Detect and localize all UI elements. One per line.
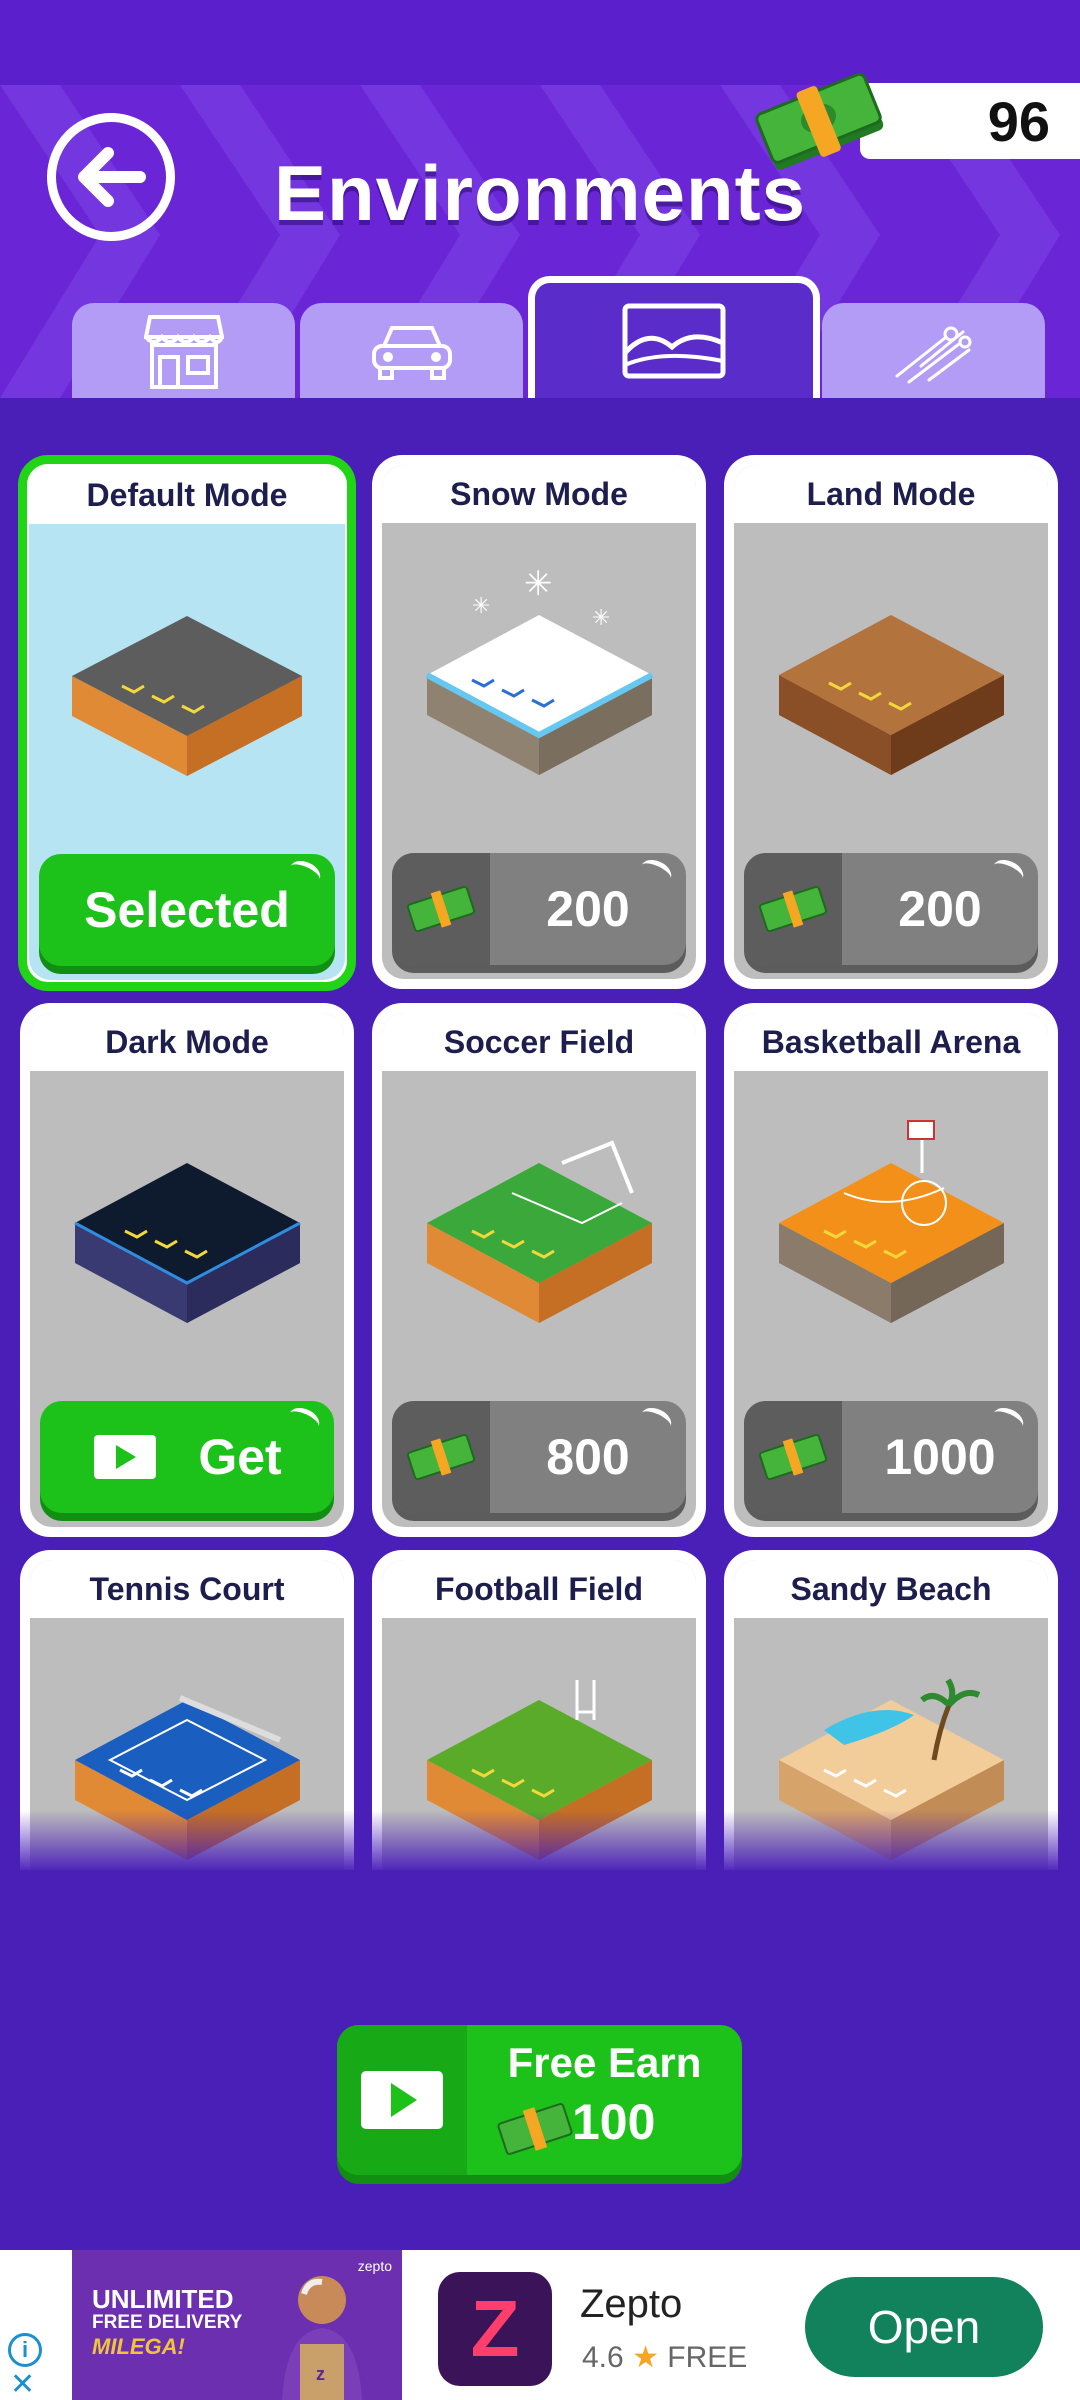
- tab-vehicles[interactable]: [300, 303, 523, 398]
- currency-amount: 96: [987, 90, 1050, 153]
- page-title: Environments: [273, 149, 807, 237]
- header: Environments 96: [0, 0, 1080, 398]
- ad-app-name[interactable]: Zepto: [580, 2282, 682, 2327]
- card-title: Basketball Arena: [734, 1013, 1048, 1071]
- ad-creative[interactable]: zepto UNLIMITED FREE DELIVERY MILEGA! z: [72, 2250, 402, 2400]
- zepto-app-icon[interactable]: Z: [438, 2272, 552, 2386]
- card-inner: Basketball Arena 1000: [734, 1013, 1048, 1527]
- card-title: Football Field: [382, 1560, 696, 1618]
- gloss-highlight: [284, 1403, 324, 1437]
- tab-environments[interactable]: [528, 276, 820, 398]
- ad-price: FREE: [667, 2341, 748, 2374]
- buy-button[interactable]: 1000: [744, 1401, 1038, 1513]
- buy-button[interactable]: 800: [392, 1401, 686, 1513]
- default-platform-art: [72, 616, 302, 776]
- ad-headline-2: FREE DELIVERY: [92, 2312, 243, 2333]
- play-zone: [337, 2025, 467, 2175]
- card-title: Snow Mode: [382, 465, 696, 523]
- ad-headline-1: UNLIMITED: [92, 2284, 234, 2314]
- card-title: Tennis Court: [30, 1560, 344, 1618]
- card-inner: Snow Mode ✳ ✳ ✳ 200: [382, 465, 696, 979]
- svg-text:✳: ✳: [472, 594, 490, 619]
- buy-button[interactable]: 200: [744, 853, 1038, 965]
- cash-icon: [406, 885, 476, 933]
- ad-close-icon[interactable]: ✕: [10, 2370, 35, 2400]
- card-title: Soccer Field: [382, 1013, 696, 1071]
- soccer-platform-art: [427, 1140, 652, 1323]
- cash-icon-zone: [744, 853, 842, 965]
- get-button[interactable]: Get: [40, 1401, 334, 1513]
- get-label: Get: [198, 1429, 282, 1485]
- currency-display: 96: [860, 83, 1080, 159]
- car-icon: [371, 325, 452, 380]
- ad-rating: 4.6: [582, 2341, 624, 2374]
- environment-card-soccer-field[interactable]: Soccer Field 800: [372, 1003, 706, 1537]
- ad-person-image: z: [282, 2276, 362, 2400]
- storefront-icon: [143, 314, 224, 389]
- ad-headline-3: MILEGA!: [92, 2334, 185, 2359]
- snow-platform-art: ✳ ✳ ✳: [425, 564, 654, 775]
- svg-text:✳: ✳: [592, 606, 610, 631]
- comet-icon: [895, 326, 971, 383]
- card-inner: Land Mode 200: [734, 465, 1048, 979]
- card-inner: Default Mode Selected: [29, 466, 345, 980]
- price-label: 1000: [884, 1429, 996, 1485]
- environment-card-snow-mode[interactable]: Snow Mode ✳ ✳ ✳ 200: [372, 455, 706, 989]
- environment-card-default-mode[interactable]: Default Mode Selected: [18, 455, 356, 991]
- svg-text:z: z: [316, 2364, 325, 2384]
- card-inner: Dark Mode Get: [30, 1013, 344, 1527]
- tab-effects[interactable]: [822, 303, 1045, 398]
- status-strip: [0, 0, 1080, 85]
- cash-icon: [406, 1433, 476, 1481]
- environment-card-dark-mode[interactable]: Dark Mode Get: [20, 1003, 354, 1537]
- cash-icon-zone: [392, 853, 490, 965]
- cash-icon: [758, 885, 828, 933]
- environment-card-basketball-arena[interactable]: Basketball Arena 1000: [724, 1003, 1058, 1537]
- basketball-platform-art: [779, 1120, 1004, 1323]
- cash-stack-icon: [755, 72, 884, 170]
- free-earn-label: Free Earn: [507, 2039, 702, 2086]
- card-title: Dark Mode: [30, 1013, 344, 1071]
- ad-rating-row: 4.6 ★ FREE: [582, 2340, 747, 2375]
- logo-letter: Z: [470, 2284, 520, 2373]
- price-label: 200: [546, 881, 630, 937]
- cash-icon: [758, 1433, 828, 1481]
- free-earn-amount: 100: [572, 2094, 656, 2150]
- selected-button[interactable]: Selected: [39, 854, 335, 966]
- cash-icon: [497, 2103, 573, 2155]
- video-play-icon: [361, 2071, 443, 2129]
- card-title: Land Mode: [734, 465, 1048, 523]
- star-icon: ★: [632, 2341, 668, 2374]
- cash-icon-zone: [744, 1401, 842, 1513]
- buy-button[interactable]: 200: [392, 853, 686, 965]
- card-inner: Soccer Field 800: [382, 1013, 696, 1527]
- gloss-highlight: [285, 856, 325, 890]
- free-earn-button[interactable]: Free Earn 100: [337, 2025, 742, 2175]
- tab-shop[interactable]: [72, 303, 295, 398]
- price-label: 200: [898, 881, 982, 937]
- environment-card-land-mode[interactable]: Land Mode 200: [724, 455, 1058, 989]
- land-platform-art: [779, 615, 1004, 775]
- dark-platform-art: [74, 1163, 301, 1323]
- price-label: 800: [546, 1429, 630, 1485]
- card-title: Sandy Beach: [734, 1560, 1048, 1618]
- svg-text:✳: ✳: [524, 564, 553, 604]
- selected-label: Selected: [84, 882, 290, 938]
- card-title: Default Mode: [29, 466, 345, 524]
- landscape-icon: [622, 303, 726, 378]
- cash-icon-zone: [392, 1401, 490, 1513]
- ad-open-button[interactable]: Open: [805, 2277, 1043, 2377]
- video-play-icon: [94, 1435, 157, 1479]
- ad-info-icon[interactable]: i: [8, 2333, 42, 2367]
